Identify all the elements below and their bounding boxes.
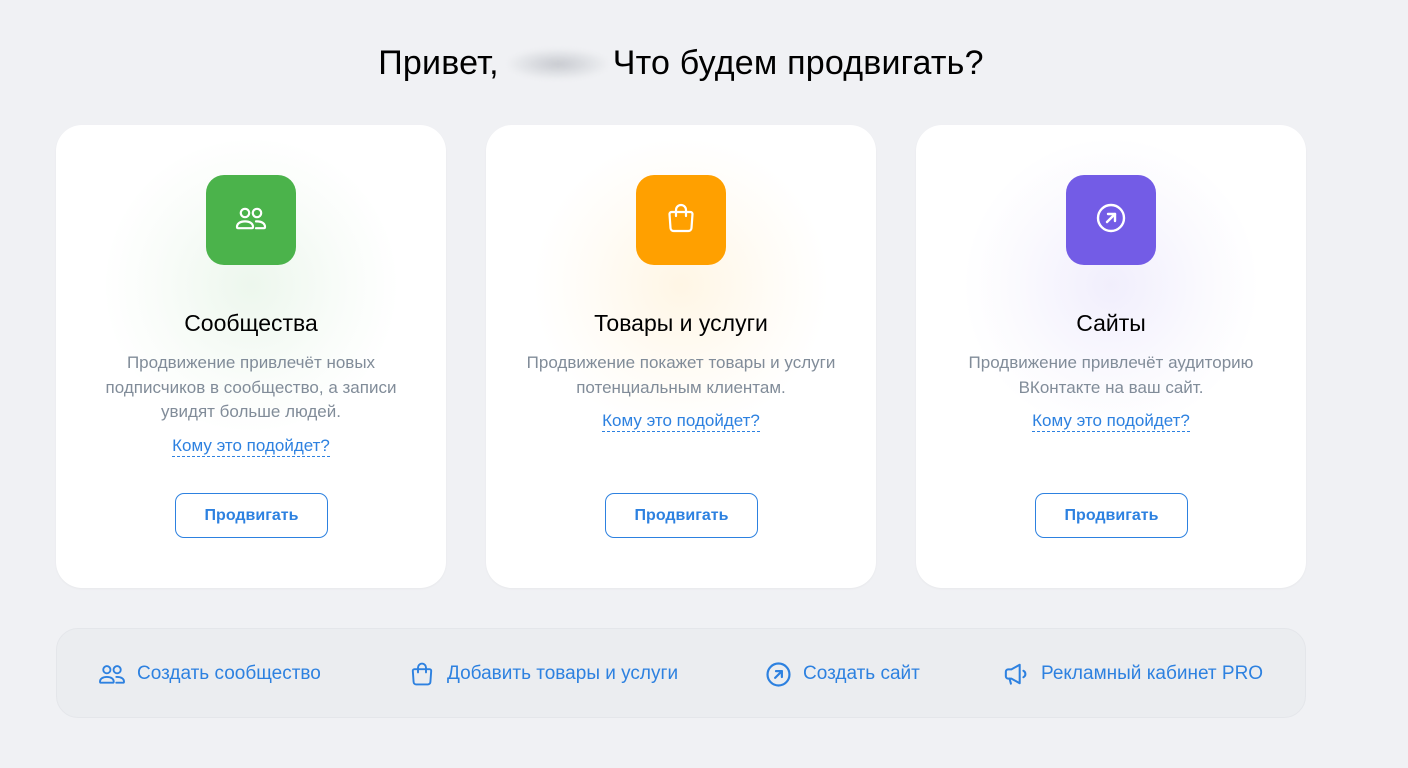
sites-tile: [1066, 175, 1156, 265]
add-goods-label: Добавить товары и услуги: [447, 663, 679, 684]
who-is-it-for-link[interactable]: Кому это подойдет?: [1032, 411, 1190, 432]
who-is-it-for-link-container: Кому это подойдет?: [56, 436, 446, 457]
greeting-prefix: Привет,: [378, 44, 499, 82]
ads-cabinet-pro-label: Рекламный кабинет PRO: [1041, 663, 1264, 684]
card-communities: Сообщества Продвижение привлечёт новых п…: [56, 125, 446, 588]
promote-communities-button[interactable]: Продвигать: [175, 493, 328, 538]
card-title: Товары и услуги: [594, 310, 768, 336]
card-title: Сайты: [1076, 310, 1146, 336]
promotion-cards: Сообщества Продвижение привлечёт новых п…: [56, 125, 1306, 588]
arrow-up-right-circle-icon: [1095, 202, 1127, 239]
shopping-bag-icon: [666, 202, 696, 239]
ads-cabinet-pro-action[interactable]: Рекламный кабинет PRO: [1001, 659, 1263, 689]
card-description: Продвижение покажет товары и услуги поте…: [526, 353, 836, 397]
promote-sites-button[interactable]: Продвигать: [1035, 493, 1188, 538]
blurred-user-name: [508, 48, 607, 79]
goods-tile: [636, 175, 726, 265]
promote-goods-button[interactable]: Продвигать: [605, 493, 758, 538]
communities-tile: [206, 175, 296, 265]
add-goods-action[interactable]: Добавить товары и услуги: [407, 659, 678, 689]
card-title: Сообщества: [184, 310, 318, 336]
megaphone-icon: [1001, 659, 1031, 689]
who-is-it-for-link[interactable]: Кому это подойдет?: [172, 436, 330, 457]
shopping-bag-icon: [407, 659, 437, 689]
create-community-action[interactable]: Создать сообщество: [97, 659, 321, 689]
page-title: Привет, Что будем продвигать?: [0, 44, 1362, 83]
card-sites: Сайты Продвижение привлечёт аудиторию ВК…: [916, 125, 1306, 588]
who-is-it-for-link[interactable]: Кому это подойдет?: [602, 411, 760, 432]
card-description: Продвижение привлечёт новых подписчиков …: [105, 353, 397, 421]
arrow-up-right-circle-icon: [763, 659, 793, 689]
quick-actions-bar: Создать сообщество Добавить товары и усл…: [56, 628, 1306, 718]
who-is-it-for-link-container: Кому это подойдет?: [916, 411, 1306, 432]
card-description: Продвижение привлечёт аудиторию ВКонтакт…: [968, 353, 1254, 397]
promotion-page: Привет, Что будем продвигать? Сообщества…: [0, 0, 1408, 768]
card-goods-services: Товары и услуги Продвижение покажет това…: [486, 125, 876, 588]
create-community-label: Создать сообщество: [137, 663, 321, 684]
create-site-action[interactable]: Создать сайт: [763, 659, 920, 689]
who-is-it-for-link-container: Кому это подойдет?: [486, 411, 876, 432]
users-icon: [234, 204, 268, 237]
users-icon: [97, 659, 127, 689]
greeting-question: Что будем продвигать?: [612, 44, 984, 82]
create-site-label: Создать сайт: [803, 663, 920, 684]
